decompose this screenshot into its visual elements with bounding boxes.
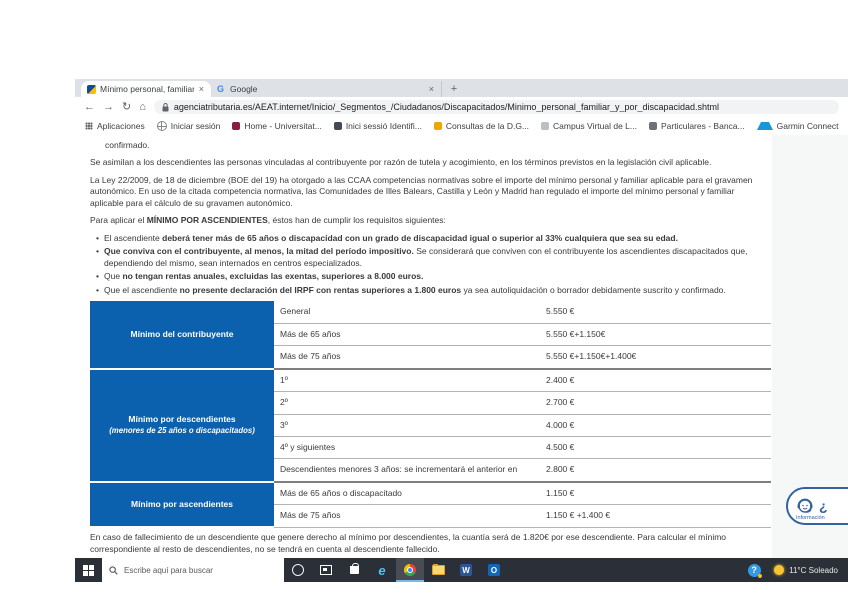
internet-explorer-button[interactable]: e [368, 558, 396, 582]
chrome-icon [404, 564, 416, 576]
new-tab-button[interactable]: + [446, 81, 462, 97]
informacion-assistant-button[interactable]: ¿ Información [786, 487, 848, 525]
question-mark-icon: ¿ [819, 498, 828, 514]
start-button[interactable] [75, 558, 102, 582]
section-header-contribuyente: Mínimo del contribuyente [90, 301, 274, 368]
microsoft-store-button[interactable] [340, 558, 368, 582]
task-view-icon [320, 565, 332, 575]
campus-favicon-icon [541, 122, 549, 130]
requirement-item: Que conviva con el contribuyente, al men… [96, 246, 766, 269]
file-explorer-button[interactable] [424, 558, 452, 582]
weather-widget[interactable]: 11°C Soleado [768, 558, 848, 582]
tab-title: Google [230, 84, 424, 94]
bookmarks-bar: Aplicaciones Iniciar sesión Home - Unive… [75, 117, 848, 136]
back-icon[interactable]: ← [84, 102, 95, 113]
tab-google[interactable]: G Google × [211, 81, 442, 97]
tab-strip: Mínimo personal, familiar y por d... × G… [75, 79, 848, 97]
bookmark-consultas[interactable]: Consultas de la D.G... [434, 121, 529, 131]
padlock-icon [162, 103, 169, 112]
google-favicon-icon: G [217, 85, 226, 94]
screenshot-canvas: Mínimo personal, familiar y por d... × G… [0, 0, 848, 599]
address-bar[interactable]: agenciatributaria.es/AEAT.internet/Inici… [154, 100, 839, 114]
taskbar-spacer [508, 558, 740, 582]
taskbar: Escribe aquí para buscar e W O ? 11°C So… [75, 558, 848, 582]
outlook-icon: O [488, 564, 500, 576]
login-favicon-icon [334, 122, 342, 130]
university-favicon-icon [232, 122, 240, 130]
minimos-table: Mínimo del contribuyente General 5.550 €… [90, 301, 771, 528]
headset-agent-icon [794, 495, 816, 517]
paragraph-asimilan: Se asimilan a los descendientes las pers… [90, 157, 766, 168]
word-icon: W [460, 564, 472, 576]
assistant-label: Información [796, 515, 825, 521]
forward-icon[interactable]: → [103, 102, 114, 113]
help-question-icon: ? [748, 564, 761, 577]
store-bag-icon [350, 566, 359, 574]
windows-logo-icon [83, 565, 94, 576]
table-row: Mínimo por descendientes (menores de 25 … [90, 369, 771, 392]
section-header-descendientes: Mínimo por descendientes (menores de 25 … [90, 369, 274, 482]
bank-favicon-icon [649, 122, 657, 130]
taskbar-search-input[interactable]: Escribe aquí para buscar [102, 558, 284, 582]
bookmark-home-universitat[interactable]: Home - Universitat... [232, 121, 321, 131]
page-content: confirmado. Se asimilan a los descendien… [75, 135, 848, 558]
search-icon [109, 566, 118, 575]
table-row: Mínimo por ascendientes Más de 65 años o… [90, 482, 771, 505]
bookmark-inici-sessio[interactable]: Inici sessió Identifi... [334, 121, 422, 131]
cortana-icon [292, 564, 304, 576]
bookmark-particulares-banca[interactable]: Particulares - Banca... [649, 121, 745, 131]
tab-close-icon[interactable]: × [198, 84, 205, 94]
chrome-button[interactable] [396, 558, 424, 582]
paragraph-aplicar: Para aplicar el MÍNIMO POR ASCENDIENTES,… [90, 215, 766, 226]
sun-icon [774, 565, 784, 575]
browser-toolbar: ← → ↻ ⌂ agenciatributaria.es/AEAT.intern… [75, 97, 848, 117]
requirements-list: El ascendiente deberá tener más de 65 añ… [90, 233, 766, 296]
requirement-item: El ascendiente deberá tener más de 65 añ… [96, 233, 766, 244]
consultas-favicon-icon [434, 122, 442, 130]
requirement-item: Que no tengan rentas anuales, excluidas … [96, 271, 766, 282]
browser-window: Mínimo personal, familiar y por d... × G… [75, 79, 848, 558]
article-body: confirmado. Se asimilan a los descendien… [75, 135, 766, 555]
word-button[interactable]: W [452, 558, 480, 582]
search-placeholder: Escribe aquí para buscar [124, 566, 213, 575]
bookmark-garmin[interactable]: Garmin Connect [757, 121, 839, 131]
garmin-triangle-icon [757, 122, 773, 130]
aeat-favicon-icon [87, 85, 96, 94]
section-header-ascendientes: Mínimo por ascendientes [90, 482, 274, 527]
paragraph-fallecimiento: En caso de fallecimiento de un descendie… [90, 532, 758, 555]
table-row: Mínimo del contribuyente General 5.550 € [90, 301, 771, 323]
apps-grid-icon [85, 122, 93, 130]
paragraph-ley: La Ley 22/2009, de 18 de diciembre (BOE … [90, 175, 766, 209]
requirement-item: Que el ascendiente no presente declaraci… [96, 285, 766, 296]
partial-line: confirmado. [90, 140, 766, 151]
outlook-button[interactable]: O [480, 558, 508, 582]
bookmark-campus-virtual[interactable]: Campus Virtual de L... [541, 121, 637, 131]
help-tray-button[interactable]: ? [740, 558, 768, 582]
tab-aeat[interactable]: Mínimo personal, familiar y por d... × [81, 81, 211, 97]
internet-explorer-icon: e [378, 564, 385, 577]
task-view-button[interactable] [312, 558, 340, 582]
bookmark-iniciar-sesion[interactable]: Iniciar sesión [157, 121, 221, 131]
home-icon[interactable]: ⌂ [139, 102, 146, 113]
cortana-button[interactable] [284, 558, 312, 582]
file-explorer-icon [432, 565, 445, 575]
globe-icon [157, 121, 167, 131]
bookmark-apps[interactable]: Aplicaciones [85, 121, 145, 131]
reload-icon[interactable]: ↻ [122, 102, 131, 113]
url-text: agenciatributaria.es/AEAT.internet/Inici… [174, 102, 719, 112]
tab-title: Mínimo personal, familiar y por d... [100, 84, 194, 94]
weather-text: 11°C Soleado [789, 566, 838, 575]
tab-close-icon[interactable]: × [428, 84, 435, 94]
